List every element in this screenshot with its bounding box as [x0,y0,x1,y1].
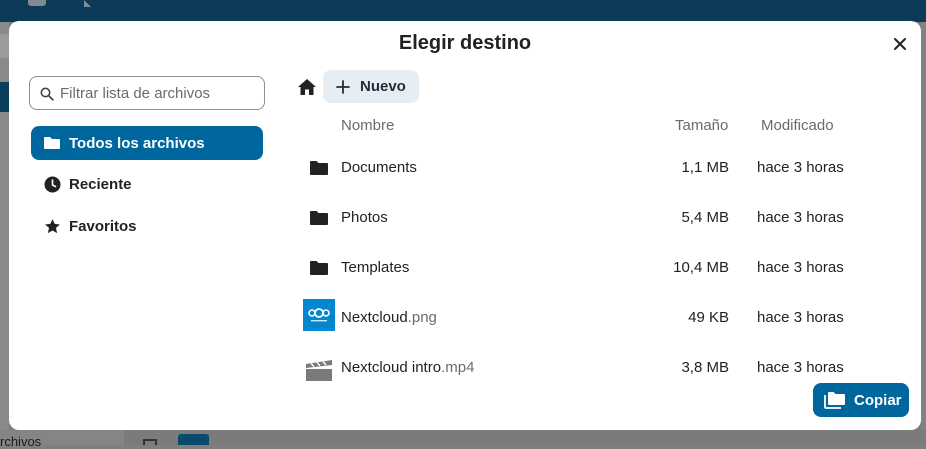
app-bottom-bar [0,430,926,445]
file-size: 5,4 MB [681,209,729,226]
file-size: 10,4 MB [673,259,729,276]
copy-button[interactable]: Copiar [813,383,909,417]
file-modified: hace 3 horas [757,359,844,376]
clock-icon [43,175,61,193]
file-name: Templates [341,259,410,276]
sidebar-item-favorites[interactable]: Favoritos [31,209,263,243]
app-sidebar-active-item [0,82,9,112]
column-header-name[interactable]: Nombre [341,117,394,134]
close-icon [894,38,906,50]
plus-icon [336,79,350,94]
file-name: Nextcloud.png [341,309,437,326]
sidebar-item-all-files[interactable]: Todos los archivos [31,126,263,160]
sidebar-item-label: Reciente [69,175,132,193]
file-size: 49 KB [688,309,729,326]
folder-copy-icon [824,392,845,409]
sidebar-item-label: Todos los archivos [69,134,205,152]
star-icon [43,217,61,235]
table-row[interactable]: Templates 10,4 MB hace 3 horas [297,243,917,293]
filter-input[interactable] [60,77,260,109]
home-icon[interactable] [297,77,317,97]
sidebar-item-label: Favoritos [69,217,137,235]
copy-button-label: Copiar [854,391,902,409]
file-name: Photos [341,209,388,226]
table-row[interactable]: Photos 5,4 MB hace 3 horas [297,193,917,243]
video-file-icon [303,357,335,383]
file-modified: hace 3 horas [757,259,844,276]
folder-icon [303,205,335,231]
image-thumbnail-icon [303,299,335,331]
app-sidebar-search [0,34,9,58]
app-bottom-label: rchivos [0,434,42,449]
file-picker-dialog: Elegir destino Todos los archivos Recien… [9,21,921,430]
close-button[interactable] [887,31,913,57]
app-nav-arrow-icon [84,0,91,7]
file-name: Nextcloud intro.mp4 [341,359,475,376]
new-button[interactable]: Nuevo [323,70,419,103]
search-icon [40,87,54,101]
dialog-title: Elegir destino [398,32,532,54]
folder-icon [303,155,335,181]
app-logo-icon [28,0,46,6]
sidebar-item-recent[interactable]: Reciente [31,167,263,201]
column-header-modified[interactable]: Modificado [761,117,834,134]
file-modified: hace 3 horas [757,309,844,326]
column-header-size[interactable]: Tamaño [675,117,728,134]
table-row[interactable]: Documents 1,1 MB hace 3 horas [297,143,917,193]
file-size: 3,8 MB [681,359,729,376]
app-content-edge [921,22,926,445]
app-header [0,0,926,22]
file-size: 1,1 MB [681,159,729,176]
app-bottom-thumbnail [178,434,209,445]
file-name: Documents [341,159,417,176]
table-row[interactable]: Nextcloud.png 49 KB hace 3 horas [297,293,917,343]
file-modified: hace 3 horas [757,159,844,176]
app-checkbox-icon [143,439,157,445]
filter-field[interactable] [29,76,265,110]
folder-icon [43,134,61,152]
file-modified: hace 3 horas [757,209,844,226]
folder-icon [303,255,335,281]
new-button-label: Nuevo [360,78,406,95]
